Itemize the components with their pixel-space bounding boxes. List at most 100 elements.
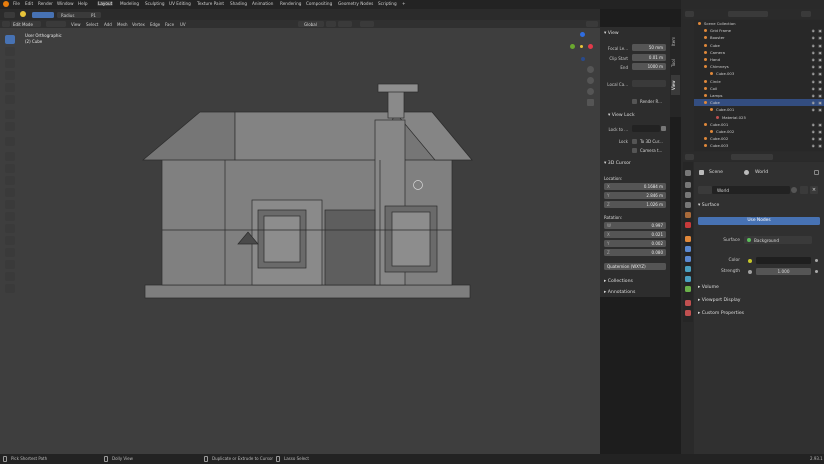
visibility-eye-icon[interactable]: ◉ [812, 85, 815, 92]
shear-tool-icon[interactable] [5, 272, 15, 281]
collections-section-header[interactable]: ▸ Collections [604, 279, 633, 284]
menu-face[interactable]: Face [165, 22, 174, 27]
grid-view-icon[interactable] [587, 99, 594, 106]
render-props-icon[interactable] [685, 182, 691, 188]
tool-icon-button[interactable] [4, 12, 15, 18]
color-keyframe-dot[interactable] [815, 259, 818, 262]
local-camera-field[interactable] [632, 80, 666, 87]
tab-sculpting[interactable]: Sculpting [145, 1, 165, 6]
tab-modeling[interactable]: Modeling [120, 1, 139, 6]
transform-orientation-dropdown[interactable]: Global [298, 21, 324, 27]
select-mode-icons[interactable] [46, 21, 66, 27]
texture-props-icon[interactable] [685, 310, 691, 316]
physics-props-icon[interactable] [685, 266, 691, 272]
custom-properties-section-header[interactable]: ▸ Custom Properties [698, 311, 744, 316]
fake-user-icon[interactable] [791, 187, 797, 193]
render-camera-icon[interactable]: ▣ [818, 56, 822, 63]
outliner-search-field[interactable] [728, 11, 768, 17]
render-camera-icon[interactable]: ▣ [818, 49, 822, 56]
surface-shader-field[interactable]: Background [744, 236, 812, 244]
camera-to-view-checkbox[interactable] [632, 148, 637, 153]
proportional-edit-icon[interactable] [360, 21, 374, 27]
material-props-icon[interactable] [685, 300, 691, 306]
render-camera-icon[interactable]: ▣ [818, 78, 822, 85]
render-camera-icon[interactable]: ▣ [818, 121, 822, 128]
mode-dropdown[interactable]: Edit Mode [11, 21, 41, 27]
particles-props-icon[interactable] [685, 256, 691, 262]
menu-select[interactable]: Select [86, 22, 98, 27]
rotation-z-field[interactable]: Z 0.080 [604, 249, 666, 256]
strength-field[interactable]: 1.000 [756, 268, 811, 275]
inset-tool-icon[interactable] [5, 164, 15, 173]
tab-uv-editing[interactable]: UV Editing [169, 1, 191, 6]
visibility-eye-icon[interactable]: ◉ [812, 121, 815, 128]
menu-add[interactable]: Add [104, 22, 112, 27]
play-icon[interactable] [20, 11, 26, 17]
3d-cursor-section-header[interactable]: ▾ 3D Cursor [604, 161, 631, 166]
outliner-row[interactable]: Cube.003 ◉ ▣ [694, 70, 824, 77]
tab-compositing[interactable]: Compositing [306, 1, 332, 6]
visibility-eye-icon[interactable]: ◉ [812, 142, 815, 149]
visibility-eye-icon[interactable]: ◉ [812, 92, 815, 99]
outliner-row[interactable]: Grid Frame ◉ ▣ [694, 27, 824, 34]
clip-start-field[interactable]: 0.01 m [632, 54, 666, 61]
unlink-icon[interactable]: × [810, 186, 818, 194]
visibility-eye-icon[interactable]: ◉ [812, 63, 815, 70]
menu-window[interactable]: Window [57, 1, 74, 6]
visibility-eye-icon[interactable]: ◉ [812, 70, 815, 77]
outliner-row[interactable]: Cube.001 ◉ ▣ [694, 121, 824, 128]
smooth-tool-icon[interactable] [5, 236, 15, 245]
tab-layout[interactable]: Layout [97, 1, 114, 6]
outliner-row[interactable]: Cube ◉ ▣ [694, 99, 824, 107]
menu-edit[interactable]: Edit [25, 1, 33, 6]
annotate-tool-icon[interactable] [5, 110, 15, 119]
select-mode-buttons[interactable] [32, 12, 54, 18]
rip-tool-icon[interactable] [5, 284, 15, 293]
world-browse-button[interactable] [698, 186, 712, 194]
render-camera-icon[interactable]: ▣ [818, 106, 822, 113]
menu-file[interactable]: File [13, 1, 20, 6]
edge-slide-tool-icon[interactable] [5, 248, 15, 257]
lock-to-cursor-checkbox[interactable] [632, 139, 637, 144]
breadcrumb-world[interactable]: World [755, 170, 768, 175]
render-camera-icon[interactable]: ▣ [818, 27, 822, 34]
focal-length-field[interactable]: 50 mm [632, 44, 666, 51]
rotation-x-field[interactable]: X 0.021 [604, 231, 666, 238]
scene-props-icon[interactable] [685, 212, 691, 218]
outliner-row[interactable]: Booster ◉ ▣ [694, 34, 824, 41]
rotation-mode-dropdown[interactable]: Quaternion (WXYZ) [604, 263, 666, 270]
object-props-icon[interactable] [685, 236, 691, 242]
add-workspace-icon[interactable]: + [402, 1, 406, 6]
pivot-icon[interactable] [326, 21, 336, 27]
tab-geometry-nodes[interactable]: Geometry Nodes [338, 1, 373, 6]
outliner-row[interactable]: Material.025 [694, 114, 824, 121]
color-swatch[interactable] [756, 257, 811, 264]
outliner-row[interactable]: Coil ◉ ▣ [694, 85, 824, 92]
tab-texture-paint[interactable]: Texture Paint [197, 1, 224, 6]
render-camera-icon[interactable]: ▣ [818, 34, 822, 41]
render-camera-icon[interactable]: ▣ [818, 85, 822, 92]
gizmo-neg-z-icon[interactable] [581, 57, 585, 61]
cursor-x-field[interactable]: X 0.1684 m [604, 183, 666, 190]
properties-search-field[interactable] [731, 154, 773, 160]
extrude-tool-icon[interactable] [5, 152, 15, 161]
menu-render[interactable]: Render [38, 1, 53, 6]
visibility-eye-icon[interactable]: ◉ [812, 42, 815, 49]
outliner-row[interactable]: Scene Collection [694, 20, 824, 27]
navigation-gizmo[interactable] [566, 30, 596, 61]
view-layer-props-icon[interactable] [685, 202, 691, 208]
zoom-icon[interactable] [587, 66, 594, 73]
pan-hand-icon[interactable] [587, 77, 594, 84]
rotation-y-field[interactable]: Y 0.002 [604, 240, 666, 247]
snap-icon[interactable] [338, 21, 352, 27]
viewport-display-section-header[interactable]: ▸ Viewport Display [698, 298, 741, 303]
output-props-icon[interactable] [685, 192, 691, 198]
shrink-fatten-tool-icon[interactable] [5, 260, 15, 269]
outliner-row[interactable]: Cube.002 ◉ ▣ [694, 135, 824, 142]
menu-help[interactable]: Help [78, 1, 88, 6]
duplicate-icon[interactable] [800, 186, 808, 194]
tab-rendering[interactable]: Rendering [280, 1, 301, 6]
visibility-eye-icon[interactable]: ◉ [812, 56, 815, 63]
editor-type-button[interactable] [2, 21, 10, 27]
menu-uv[interactable]: UV [180, 22, 186, 27]
